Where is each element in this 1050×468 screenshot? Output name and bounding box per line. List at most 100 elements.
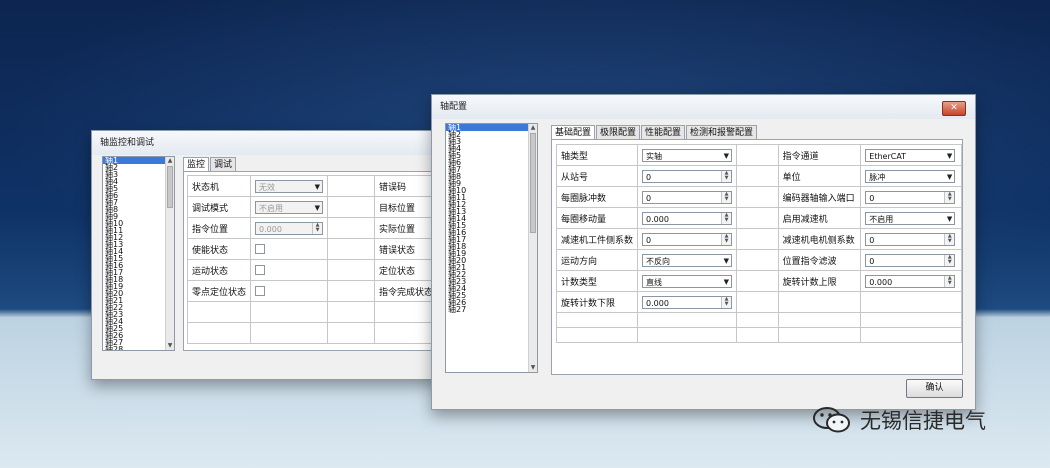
row-label: 启用减速机 [782,214,828,225]
list-item[interactable]: 轴27 [446,306,537,314]
scroll-thumb[interactable] [530,133,536,233]
status-checkbox [255,243,266,254]
field-value: 直线 [646,277,663,287]
monitor-titlebar: 轴监控和调试 [92,131,438,155]
table-cell [250,259,329,281]
numeric-input[interactable]: 0 ▲ ▼ [865,253,956,267]
numeric-input[interactable]: 0.000 ▲ ▼ [642,295,733,309]
close-button[interactable]: ✕ [942,101,966,116]
numeric-input[interactable]: 0.000 ▲ ▼ [255,221,324,235]
table-row [186,322,439,344]
numeric-input[interactable]: 0.000 ▲ ▼ [865,274,956,288]
numeric-input[interactable]: 0 ▲ ▼ [865,232,956,246]
spin-arrows-icon[interactable]: ▲ ▼ [721,296,732,308]
tab[interactable]: 性能配置 [641,125,686,140]
table-cell: 不反向 ▼ [637,249,738,271]
tab[interactable]: 检测和报警配置 [686,125,758,140]
list-item[interactable]: 轴28 [103,346,174,351]
row-label: 目标位置 [378,203,415,214]
dropdown-select[interactable]: 无效 ▼ [255,179,324,193]
field-value: 不启用 [869,214,894,224]
table-cell: 每圈移动量 [555,207,639,229]
table-cell: 脉冲 ▼ [860,165,962,187]
table-row: 每圈脉冲数 0 ▲ ▼ 编码器轴输入端口 0 ▲ ▼ [555,186,962,208]
spin-arrows-icon[interactable]: ▲ ▼ [721,191,732,203]
config-axis-list-scrollbar[interactable]: ▲ ▼ [528,124,537,372]
spin-arrows-icon[interactable]: ▲ ▼ [312,222,323,234]
row-label: 计数类型 [561,277,598,288]
watermark: 无锡信捷电气 [812,402,986,438]
table-cell: 0 ▲ ▼ [860,249,962,271]
dropdown-select[interactable]: EtherCAT ▼ [865,148,956,162]
confirm-button[interactable]: 确认 [906,379,963,398]
spin-arrows-icon[interactable]: ▲ ▼ [944,233,955,245]
watermark-text: 无锡信捷电气 [860,409,986,433]
row-label: 实际位置 [378,224,415,235]
monitor-axis-list[interactable]: 轴1 轴2 轴3 轴4 轴5 轴6 轴7 轴8 轴9 轴10 轴11 轴12 轴13 轴14 轴15 轴16 轴… [102,156,175,351]
spin-arrows-icon[interactable]: ▲ ▼ [944,275,955,287]
dropdown-select[interactable]: 直线 ▼ [642,274,733,288]
numeric-input[interactable]: 0 ▲ ▼ [642,190,733,204]
chevron-down-icon: ▼ [314,203,321,212]
table-cell [736,228,779,250]
table-cell [250,301,329,323]
table-cell [327,217,375,239]
field-value: 0.000 [869,277,893,287]
dropdown-select[interactable]: 不反向 ▼ [642,253,733,267]
spin-arrows-icon[interactable]: ▲ ▼ [944,254,955,266]
table-cell: 0.000 ▲ ▼ [637,291,738,313]
tab[interactable]: 调试 [210,157,237,172]
chevron-down-icon: ▼ [314,182,321,191]
scroll-down-icon[interactable]: ▼ [166,342,174,350]
field-value: 0 [646,193,652,203]
spin-arrows-icon[interactable]: ▲ ▼ [721,212,732,224]
row-label: 状态机 [192,182,220,193]
tab[interactable]: 极限配置 [596,125,641,140]
field-value: 0 [646,172,652,182]
table-cell: 实轴 ▼ [637,144,738,166]
row-label: 运动方向 [561,256,598,267]
table-cell [327,280,375,302]
scroll-thumb[interactable] [167,166,173,208]
table-cell [327,196,375,218]
row-label: 错误状态 [378,245,415,256]
row-label: 零点定位状态 [192,287,247,298]
field-value: 不启用 [259,203,284,213]
row-label: 从站号 [561,172,589,183]
dropdown-select[interactable]: 不启用 ▼ [255,200,324,214]
numeric-input[interactable]: 0 ▲ ▼ [642,169,733,183]
config-axis-list[interactable]: 轴1 轴2 轴3 轴4 轴5 轴6 轴7 轴8 轴9 轴10 轴11 轴12 轴13 轴14 轴15 轴16 轴… [445,123,538,373]
spin-arrows-icon[interactable]: ▲ ▼ [721,170,732,182]
table-cell: 编码器轴输入端口 [777,186,862,208]
spin-arrows-icon[interactable]: ▲ ▼ [944,191,955,203]
numeric-input[interactable]: 0 ▲ ▼ [642,232,733,246]
axis-config-window: 轴配置 ✕ 轴1 轴2 轴3 轴4 轴5 轴6 轴7 轴8 轴9 轴10 轴11 轴12 轴13 轴14 轴… [431,94,976,410]
row-label: 单位 [782,172,801,183]
table-row: 轴类型 实轴 ▼ 指令通道 EtherCAT ▼ [555,144,962,166]
row-label: 运动状态 [192,266,229,277]
numeric-input[interactable]: 0 ▲ ▼ [865,190,956,204]
numeric-input[interactable]: 0.000 ▲ ▼ [642,211,733,225]
monitor-axis-list-scrollbar[interactable]: ▲ ▼ [165,157,174,350]
row-label: 使能状态 [192,245,229,256]
table-cell [736,249,779,271]
dropdown-select[interactable]: 脉冲 ▼ [865,169,956,183]
table-row: 运动方向 不反向 ▼ 位置指令滤波 0 ▲ ▼ [555,249,962,271]
table-cell: 不启用 ▼ [250,196,329,218]
field-value: 脉冲 [869,172,886,182]
field-value: 0.000 [646,214,669,224]
table-cell [327,322,375,344]
table-cell: 定位状态 [373,259,439,281]
config-panel: 轴类型 实轴 ▼ 指令通道 EtherCAT ▼ 从站号 0 ▲ ▼ 单位 脉冲 ▼ 每圈脉冲数 0 ▲ ▼ 编码… [551,139,963,375]
scroll-up-icon[interactable]: ▲ [166,157,174,165]
table-cell: 0 ▲ ▼ [637,186,738,208]
scroll-down-icon[interactable]: ▼ [529,364,537,372]
dropdown-select[interactable]: 不启用 ▼ [865,211,956,225]
scroll-up-icon[interactable]: ▲ [529,124,537,132]
spin-arrows-icon[interactable]: ▲ ▼ [721,233,732,245]
table-cell [777,327,862,343]
field-value: EtherCAT [869,151,907,161]
field-value: 0 [646,235,652,245]
dropdown-select[interactable]: 实轴 ▼ [642,148,733,162]
row-label: 定位状态 [378,266,415,277]
